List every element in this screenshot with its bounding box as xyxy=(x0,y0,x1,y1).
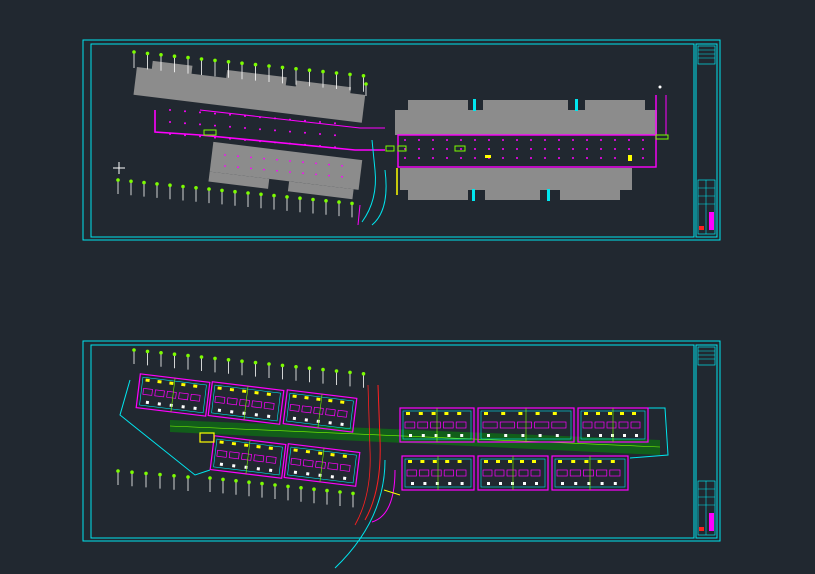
unit-block xyxy=(551,455,629,491)
unit-block xyxy=(577,407,649,443)
tree-symbol xyxy=(233,189,237,194)
tree-symbol xyxy=(116,178,120,182)
unit-block xyxy=(209,435,287,479)
tree-symbol xyxy=(155,182,159,186)
tree-symbol xyxy=(130,470,134,475)
tree-symbol xyxy=(253,360,258,365)
tree-symbol xyxy=(221,477,225,482)
tree-symbol xyxy=(247,480,251,485)
tree-symbol xyxy=(226,60,231,64)
tree-symbol xyxy=(325,488,329,493)
unit-block xyxy=(477,455,549,491)
tree-symbol xyxy=(234,479,238,483)
tree-symbol xyxy=(337,200,341,204)
tree-symbol xyxy=(213,58,217,63)
sheet-bottom-title-block xyxy=(695,344,718,539)
sheet-top-title-block xyxy=(695,43,718,238)
unit-block xyxy=(399,407,475,443)
tree-symbol xyxy=(159,351,163,355)
tree-symbol xyxy=(240,61,244,65)
tree-symbol xyxy=(348,72,352,77)
tree-symbol xyxy=(199,57,204,61)
tree-symbol xyxy=(361,74,366,78)
tree-symbol xyxy=(186,475,190,479)
tree-symbol xyxy=(226,358,231,362)
tree-symbol xyxy=(253,62,258,67)
tree-symbol xyxy=(272,193,276,198)
tree-symbol xyxy=(240,359,244,364)
tree-symbol xyxy=(312,487,316,492)
tree-symbol xyxy=(213,356,217,361)
tree-symbol xyxy=(159,53,163,57)
tree-symbol xyxy=(267,64,271,68)
tree-symbol xyxy=(364,82,368,86)
tree-symbol xyxy=(307,366,312,371)
tree-symbol xyxy=(207,187,211,191)
tree-symbol xyxy=(208,476,212,480)
unit-block xyxy=(207,381,285,425)
tree-symbol xyxy=(321,367,325,372)
tree-symbol xyxy=(116,469,120,473)
unit-block xyxy=(135,373,211,417)
tree-symbol xyxy=(280,65,285,70)
tree-symbol xyxy=(298,196,302,200)
tree-symbol xyxy=(259,192,263,197)
tree-symbol xyxy=(172,54,177,58)
tree-symbol xyxy=(181,184,185,189)
tree-symbol xyxy=(145,51,150,56)
left-building-cluster xyxy=(133,60,366,200)
tree-symbol xyxy=(348,370,352,375)
unit-block xyxy=(283,443,361,487)
tree-symbol xyxy=(299,486,303,490)
tree-symbol xyxy=(294,67,298,71)
tree-symbol xyxy=(186,353,190,358)
tree-symbol xyxy=(168,183,172,187)
tree-symbol xyxy=(172,474,176,478)
tree-symbol xyxy=(220,188,224,193)
tree-symbol xyxy=(350,201,354,206)
tree-symbol xyxy=(321,69,325,74)
tree-symbol xyxy=(334,71,339,75)
tree-symbol xyxy=(145,349,150,354)
tree-symbol xyxy=(158,472,162,477)
top-entry-road xyxy=(361,139,376,223)
tree-symbol xyxy=(286,484,290,489)
crosshair-icon xyxy=(113,162,125,174)
tree-symbol xyxy=(132,348,136,352)
tree-symbol xyxy=(267,362,271,366)
tree-symbol xyxy=(199,355,204,359)
tree-symbol xyxy=(307,68,312,72)
tree-symbol xyxy=(311,197,315,202)
right-building-cluster xyxy=(395,99,657,201)
tree-symbol xyxy=(273,483,277,487)
tree-symbol xyxy=(334,369,339,373)
tree-symbol xyxy=(246,191,250,195)
tree-symbol xyxy=(338,490,342,494)
tree-symbol xyxy=(260,481,264,486)
sheet-bottom[interactable] xyxy=(82,340,721,569)
tree-symbol xyxy=(361,372,366,376)
tree-symbol xyxy=(285,195,289,199)
tree-symbol xyxy=(324,199,328,203)
tree-symbol xyxy=(172,352,177,357)
bottom-entry-road xyxy=(364,384,381,521)
right-parking-outline xyxy=(397,134,657,168)
tree-symbol xyxy=(186,55,190,60)
tree-symbol xyxy=(142,180,146,185)
tree-symbol xyxy=(294,365,298,369)
tree-symbol xyxy=(144,471,148,476)
tree-symbol xyxy=(132,50,136,54)
sheet-top[interactable] xyxy=(82,39,721,241)
tree-symbol xyxy=(129,179,133,184)
cad-drawing-canvas[interactable] xyxy=(0,0,815,574)
tree-symbol xyxy=(280,363,285,368)
tree-symbol xyxy=(351,491,355,496)
tree-symbol xyxy=(194,186,198,190)
unit-block xyxy=(401,455,475,491)
